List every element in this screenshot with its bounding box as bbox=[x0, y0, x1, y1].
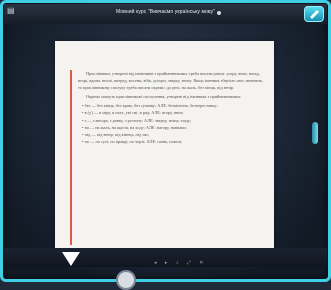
title-indicator-icon[interactable] bbox=[217, 11, 221, 15]
bullet-item: • по — по суті, по правді, по черзі; АЛЕ… bbox=[82, 138, 183, 144]
pen-tool-button[interactable] bbox=[304, 6, 324, 22]
bullet-item: • на — на жаль, на щастя, на ходу; АЛЕ: … bbox=[82, 124, 187, 130]
bullet-item: • без — без кінця, без краю, без сумніву… bbox=[82, 103, 218, 109]
bullet-item: • під — під вечір, під кінець, під час; bbox=[82, 131, 150, 137]
document-paragraph-1: Прислівники, утворені від іменників з пр… bbox=[78, 71, 263, 91]
close-icon[interactable]: ✕ bbox=[199, 260, 203, 266]
title-bar: ▤ Мовний курс "Вивчаємо українську мову" bbox=[4, 4, 327, 24]
audio-icon[interactable]: ♪ bbox=[176, 260, 179, 266]
bullet-list: • без — без кінця, без краю, без сумніву… bbox=[78, 102, 265, 145]
previous-icon[interactable]: ◂ bbox=[154, 260, 157, 266]
bullet-item: • в (у) — в міру, в очах, уві сні, в ряд… bbox=[82, 110, 184, 116]
playback-controls: ◂ ▸ ♪ ⤢ ✕ bbox=[154, 260, 210, 266]
document-content: Прислівники, утворені від іменників з пр… bbox=[70, 70, 265, 245]
window-title: Мовний курс "Вивчаємо українську мову" bbox=[115, 9, 216, 15]
page-pointer-icon bbox=[62, 252, 80, 266]
fullscreen-icon[interactable]: ⤢ bbox=[187, 260, 191, 266]
pen-icon bbox=[310, 10, 319, 19]
next-icon[interactable]: ▸ bbox=[165, 260, 168, 266]
zoom-slider[interactable] bbox=[312, 122, 318, 144]
bullet-item: • з — з вечора, з ранку, з розгону; АЛЕ:… bbox=[82, 117, 192, 123]
document-page: Прислівники, утворені від іменників з пр… bbox=[55, 41, 274, 252]
home-button[interactable] bbox=[116, 270, 136, 290]
document-paragraph-2: Окремо пишуть прислівникові сполучення, … bbox=[86, 94, 241, 100]
